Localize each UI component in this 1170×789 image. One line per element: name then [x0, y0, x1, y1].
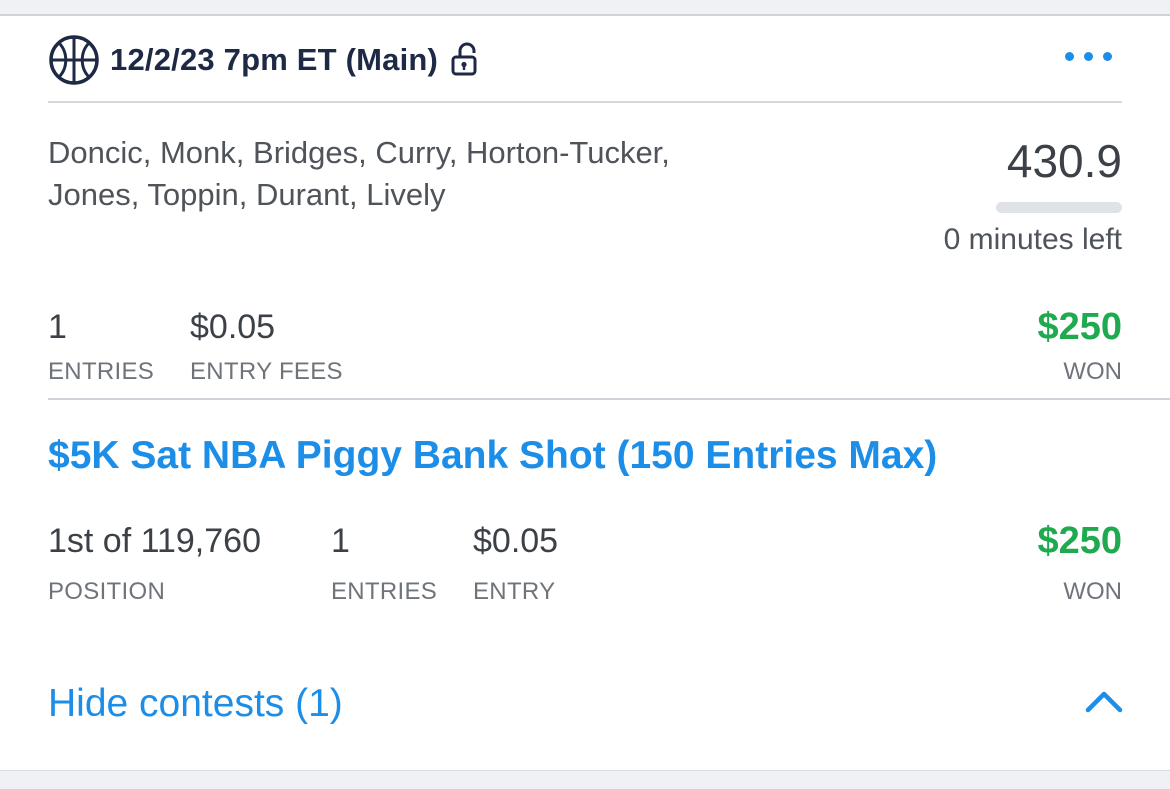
- section-divider: [48, 398, 1170, 400]
- contest-position-value: 1st of 119,760: [48, 522, 261, 560]
- summary-won-label: WON: [1063, 358, 1122, 385]
- contest-entry-label: ENTRY: [473, 578, 556, 605]
- summary-won-value: $250: [1037, 306, 1122, 348]
- contest-entry-value: $0.05: [473, 522, 559, 560]
- contest-title-link[interactable]: $5K Sat NBA Piggy Bank Shot (150 Entries…: [48, 434, 937, 478]
- players-line-1: Doncic, Monk, Bridges, Curry, Horton-Tuc…: [48, 135, 670, 170]
- time-progress-bar: [996, 202, 1122, 213]
- hide-contests-button[interactable]: Hide contests (1): [48, 682, 343, 726]
- lineup-card: 12/2/23 7pm ET (Main) Doncic, Monk, Brid…: [0, 14, 1170, 771]
- slate-title: 12/2/23 7pm ET (Main): [110, 42, 439, 77]
- contest-won-label: WON: [1063, 578, 1122, 605]
- basketball-icon: [49, 35, 99, 85]
- lineup-score: 430.9: [1006, 135, 1122, 187]
- lineup-players: Doncic, Monk, Bridges, Curry, Horton-Tuc…: [48, 132, 788, 216]
- header-divider: [48, 101, 1122, 103]
- chevron-up-icon[interactable]: [1084, 688, 1124, 714]
- players-line-2: Jones, Toppin, Durant, Lively: [48, 177, 446, 212]
- contest-entries-label: ENTRIES: [331, 578, 438, 605]
- contest-position-label: POSITION: [48, 578, 166, 605]
- more-dots-icon[interactable]: [1065, 52, 1112, 61]
- contest-entries-value: 1: [331, 522, 350, 560]
- summary-entries-value: 1: [48, 308, 67, 346]
- card-header: 12/2/23 7pm ET (Main): [48, 34, 1122, 86]
- contest-won-value: $250: [1037, 520, 1122, 562]
- summary-fees-label: ENTRY FEES: [190, 358, 343, 385]
- summary-fees-value: $0.05: [190, 308, 276, 346]
- unlocked-padlock-icon: [451, 42, 477, 76]
- time-left: 0 minutes left: [943, 223, 1122, 256]
- summary-entries-label: ENTRIES: [48, 358, 155, 385]
